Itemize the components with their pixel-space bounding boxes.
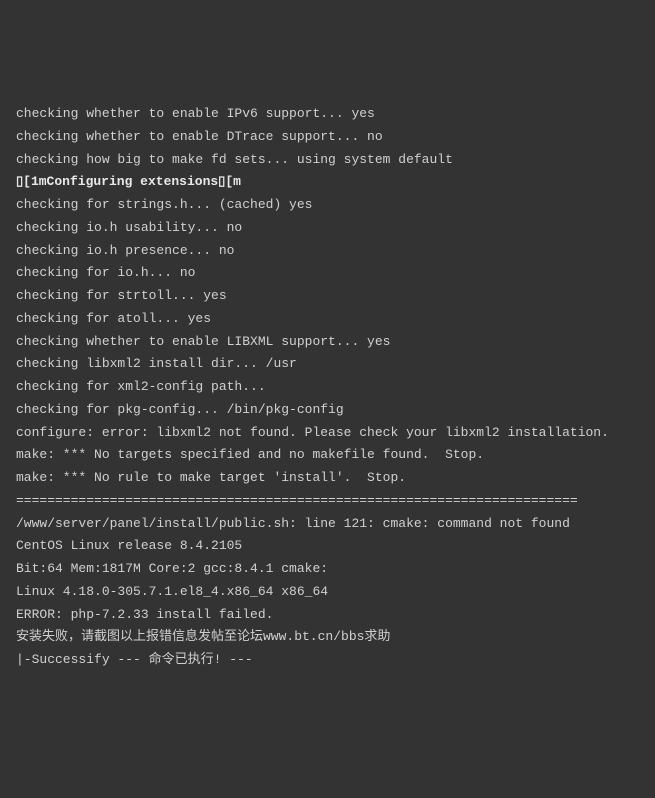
terminal-line: checking io.h usability... no	[16, 217, 639, 240]
terminal-line: ERROR: php-7.2.33 install failed.	[16, 604, 639, 627]
terminal-line: configure: error: libxml2 not found. Ple…	[16, 422, 639, 445]
terminal-line: checking for atoll... yes	[16, 308, 639, 331]
terminal-line: checking libxml2 install dir... /usr	[16, 353, 639, 376]
terminal-line: |-Successify --- 命令已执行! ---	[16, 649, 639, 672]
terminal-line: Bit:64 Mem:1817M Core:2 gcc:8.4.1 cmake:	[16, 558, 639, 581]
terminal-line: checking for io.h... no	[16, 262, 639, 285]
terminal-line: checking whether to enable DTrace suppor…	[16, 126, 639, 149]
terminal-output: checking whether to enable IPv6 support.…	[16, 103, 639, 672]
terminal-line: ========================================…	[16, 490, 639, 513]
terminal-line: 安装失败，请截图以上报错信息发帖至论坛www.bt.cn/bbs求助	[16, 626, 639, 649]
terminal-line: checking for strings.h... (cached) yes	[16, 194, 639, 217]
terminal-line: CentOS Linux release 8.4.2105	[16, 535, 639, 558]
terminal-line: make: *** No rule to make target 'instal…	[16, 467, 639, 490]
terminal-line: /www/server/panel/install/public.sh: lin…	[16, 513, 639, 536]
terminal-line: make: *** No targets specified and no ma…	[16, 444, 639, 467]
terminal-line: checking for pkg-config... /bin/pkg-conf…	[16, 399, 639, 422]
terminal-line: checking for strtoll... yes	[16, 285, 639, 308]
terminal-line: checking io.h presence... no	[16, 240, 639, 263]
terminal-line: Linux 4.18.0-305.7.1.el8_4.x86_64 x86_64	[16, 581, 639, 604]
terminal-line: ▯[1mConfiguring extensions▯[m	[16, 171, 639, 194]
terminal-line: checking whether to enable IPv6 support.…	[16, 103, 639, 126]
terminal-line: checking how big to make fd sets... usin…	[16, 149, 639, 172]
terminal-line: checking for xml2-config path...	[16, 376, 639, 399]
terminal-line: checking whether to enable LIBXML suppor…	[16, 331, 639, 354]
